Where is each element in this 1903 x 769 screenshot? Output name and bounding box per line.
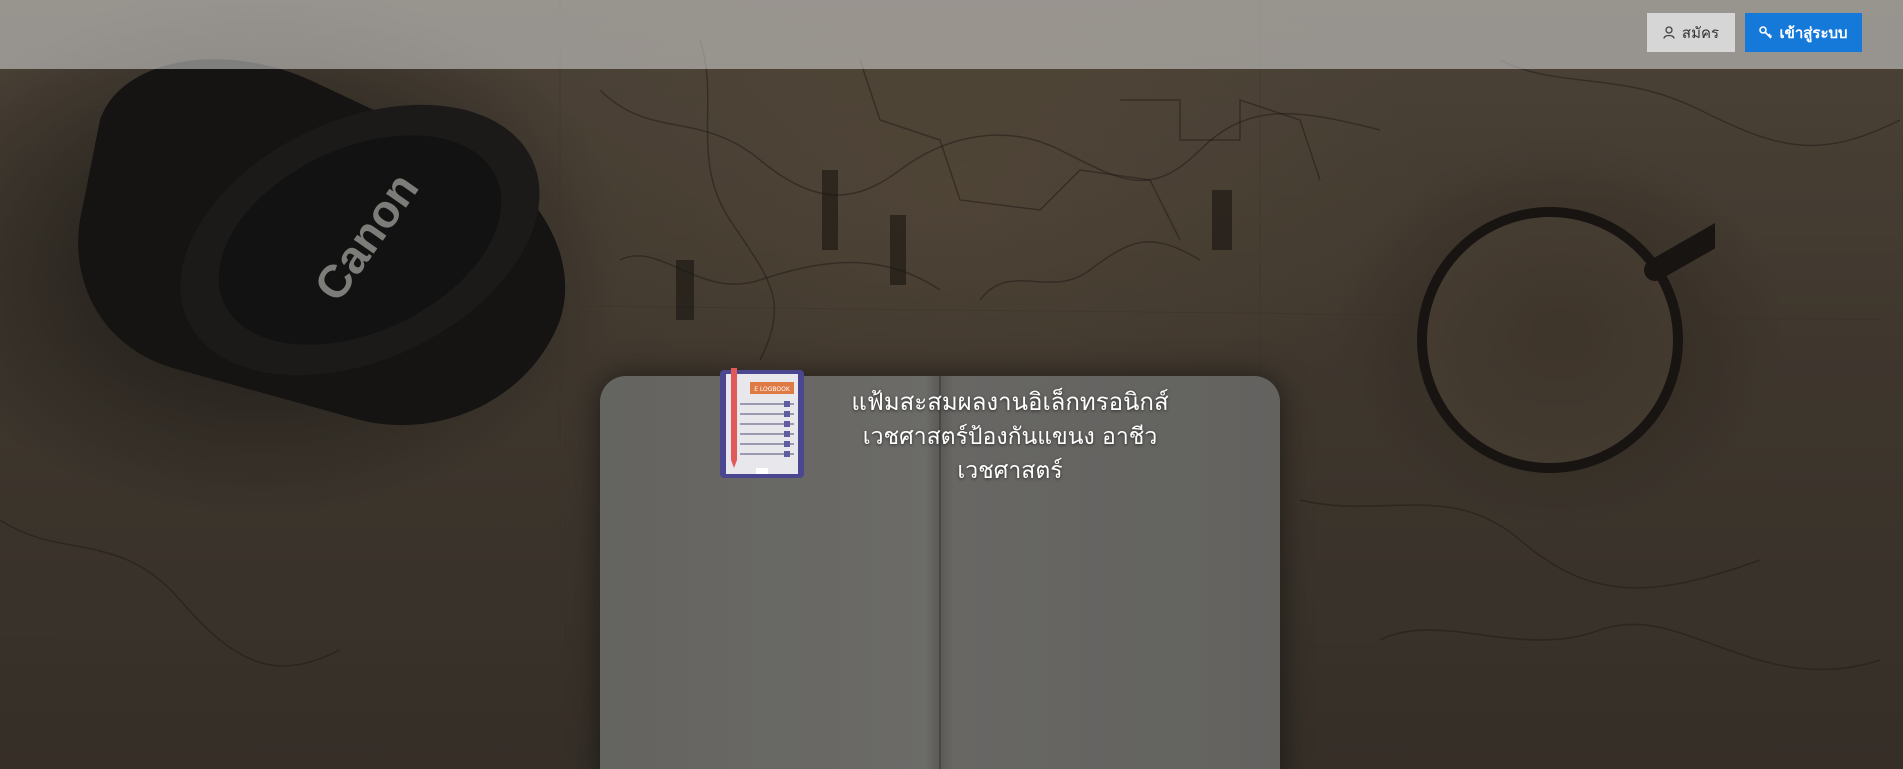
login-button[interactable]: เข้าสู่ระบบ <box>1745 13 1862 52</box>
logo-text: E LOGBOOK <box>754 386 791 393</box>
site-title: แฟ้มสะสมผลงานอิเล็กทรอนิกส์ เวชศาสตร์ป้อ… <box>815 384 1205 488</box>
title-line-1: แฟ้มสะสมผลงานอิเล็กทรอนิกส์ <box>851 388 1169 416</box>
key-icon <box>1759 26 1773 39</box>
register-button[interactable]: สมัคร <box>1647 13 1735 52</box>
register-label: สมัคร <box>1681 23 1720 42</box>
user-icon <box>1663 26 1675 39</box>
e-logbook-icon: E LOGBOOK <box>720 368 804 478</box>
landing-page: Canon สมัคร เข้าสู่ระบบ E LOGBOOK แฟ้มสะ… <box>0 0 1903 769</box>
login-label: เข้าสู่ระบบ <box>1779 23 1848 42</box>
title-line-2: เวชศาสตร์ป้องกันแขนง อาชีวเวชศาสตร์ <box>862 424 1158 484</box>
top-bar: สมัคร เข้าสู่ระบบ <box>0 0 1903 69</box>
